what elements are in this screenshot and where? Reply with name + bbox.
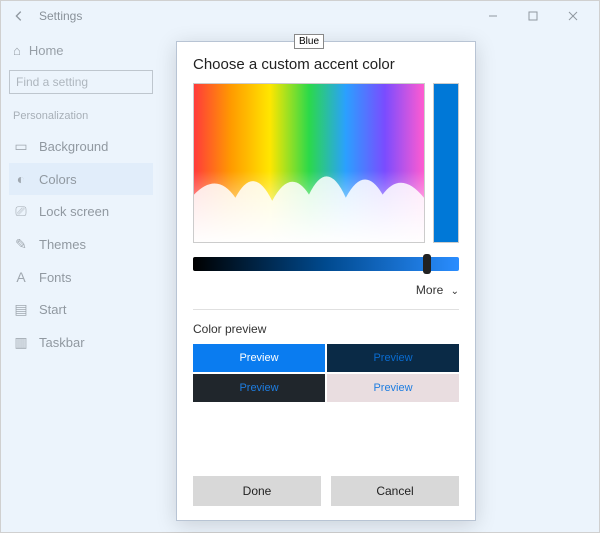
sidebar-item-label: Lock screen [39,204,109,219]
sidebar-item-start[interactable]: ▤ Start [9,293,153,326]
settings-window: Settings ⌂ Home Personalization ▭ Backgr… [0,0,600,533]
sidebar-item-background[interactable]: ▭ Background [9,130,153,163]
taskbar-icon: ▥ [13,334,29,351]
dialog-title: Choose a custom accent color [193,56,459,73]
titlebar: Settings [1,1,599,31]
rainbow-swatch [194,84,424,242]
done-button[interactable]: Done [193,476,321,506]
color-picker-dialog: Choose a custom accent color [176,41,476,521]
sidebar-item-themes[interactable]: ✎ Themes [9,228,153,261]
sidebar-item-label: Background [39,139,108,154]
section-header: Personalization [13,110,149,122]
sidebar-item-colors[interactable]: ◐ Colors [9,163,153,195]
sidebar-item-label: Start [39,302,66,317]
fonts-icon: A [13,269,29,285]
value-slider[interactable] [193,257,459,271]
more-label: More [416,283,443,297]
preview-grid: Preview Preview Preview Preview [193,344,459,402]
preview-tile-light-bg: Preview [327,374,459,402]
lock-screen-icon: ⎚ [13,203,29,220]
home-nav[interactable]: ⌂ Home [9,37,153,64]
home-label: Home [29,43,64,58]
picker-row [193,83,459,243]
sidebar: ⌂ Home Personalization ▭ Background ◐ Co… [1,31,161,532]
close-button[interactable] [553,1,593,31]
sidebar-item-label: Themes [39,237,86,252]
sidebar-item-lock-screen[interactable]: ⎚ Lock screen [9,195,153,228]
minimize-button[interactable] [473,1,513,31]
sidebar-item-label: Taskbar [39,335,85,350]
divider [193,309,459,310]
color-tooltip: Blue [294,34,324,49]
window-controls [473,1,593,31]
sidebar-item-fonts[interactable]: A Fonts [9,261,153,293]
preview-heading: Color preview [193,322,459,336]
sidebar-item-taskbar[interactable]: ▥ Taskbar [9,326,153,359]
dialog-buttons: Done Cancel [193,462,459,506]
more-toggle[interactable]: More ⌄ [193,283,459,297]
sidebar-item-label: Fonts [39,270,72,285]
search-input[interactable] [9,70,153,94]
back-button[interactable] [7,4,31,28]
colors-icon: ◐ [13,171,29,187]
window-title: Settings [39,9,82,23]
start-icon: ▤ [13,301,29,318]
themes-icon: ✎ [13,236,29,253]
sidebar-item-label: Colors [39,172,77,187]
hue-column[interactable] [433,83,459,243]
slider-thumb[interactable] [423,254,431,274]
preview-tile-dark-bg: Preview [193,374,325,402]
chevron-down-icon: ⌄ [451,286,459,297]
cancel-button[interactable]: Cancel [331,476,459,506]
saturation-field[interactable] [193,83,425,243]
preview-tile-dark-accent: Preview [327,344,459,372]
home-icon: ⌂ [13,43,21,58]
maximize-button[interactable] [513,1,553,31]
background-icon: ▭ [13,138,29,155]
preview-tile-light-accent: Preview [193,344,325,372]
